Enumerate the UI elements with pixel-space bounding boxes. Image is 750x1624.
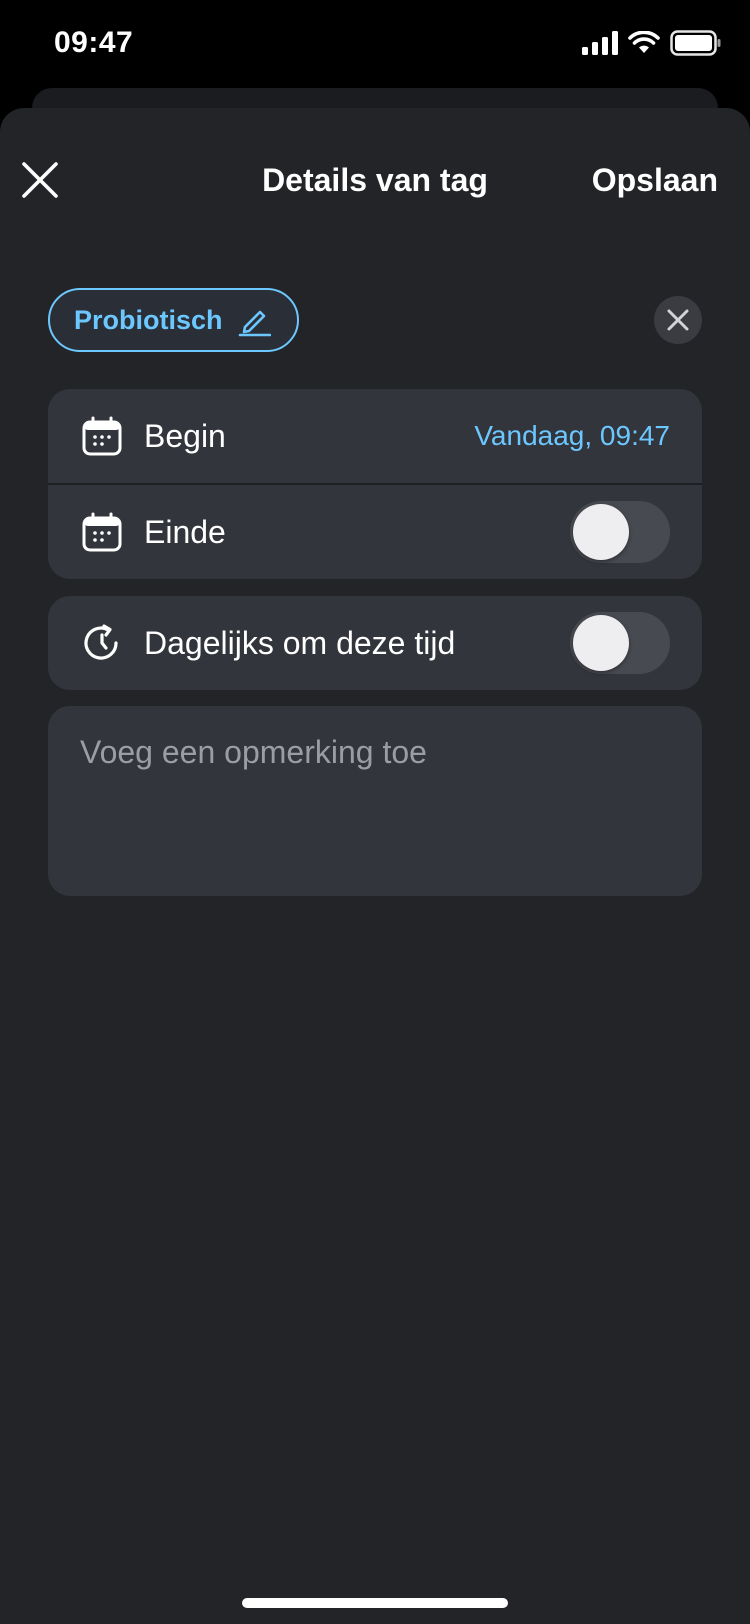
cellular-signal-icon bbox=[582, 31, 618, 55]
home-indicator bbox=[242, 1598, 508, 1608]
calendar-icon bbox=[82, 416, 122, 456]
toggle-knob bbox=[573, 504, 629, 560]
status-icons bbox=[582, 30, 722, 56]
repeat-clock-icon bbox=[84, 624, 118, 660]
begin-row[interactable]: Begin Vandaag, 09:47 bbox=[48, 389, 702, 483]
calendar-icon bbox=[82, 512, 122, 552]
note-placeholder: Voeg een opmerking toe bbox=[80, 734, 427, 770]
pencil-icon bbox=[238, 310, 271, 337]
tag-details-sheet: Details van tag Opslaan Probiotisch Begi… bbox=[0, 108, 750, 1624]
repeat-card: Dagelijks om deze tijd bbox=[48, 596, 702, 690]
end-row: Einde bbox=[48, 483, 702, 579]
tag-chip[interactable]: Probiotisch bbox=[48, 288, 299, 352]
begin-label: Begin bbox=[144, 417, 226, 454]
battery-icon bbox=[670, 30, 721, 56]
close-icon bbox=[667, 309, 689, 331]
status-time: 09:47 bbox=[54, 26, 134, 59]
begin-value[interactable]: Vandaag, 09:47 bbox=[474, 420, 670, 452]
repeat-label: Dagelijks om deze tijd bbox=[144, 624, 456, 661]
repeat-row: Dagelijks om deze tijd bbox=[48, 596, 702, 690]
end-label: Einde bbox=[144, 513, 226, 550]
toggle-knob bbox=[573, 615, 629, 671]
save-button[interactable]: Opslaan bbox=[592, 162, 718, 199]
repeat-toggle[interactable] bbox=[570, 612, 670, 674]
status-bar: 09:47 bbox=[0, 0, 750, 90]
wifi-icon bbox=[628, 31, 660, 53]
remove-tag-button[interactable] bbox=[654, 296, 702, 344]
end-toggle[interactable] bbox=[570, 501, 670, 563]
note-field[interactable]: Voeg een opmerking toe bbox=[48, 706, 702, 896]
schedule-card: Begin Vandaag, 09:47 Einde bbox=[48, 389, 702, 579]
tag-name: Probiotisch bbox=[74, 304, 223, 335]
